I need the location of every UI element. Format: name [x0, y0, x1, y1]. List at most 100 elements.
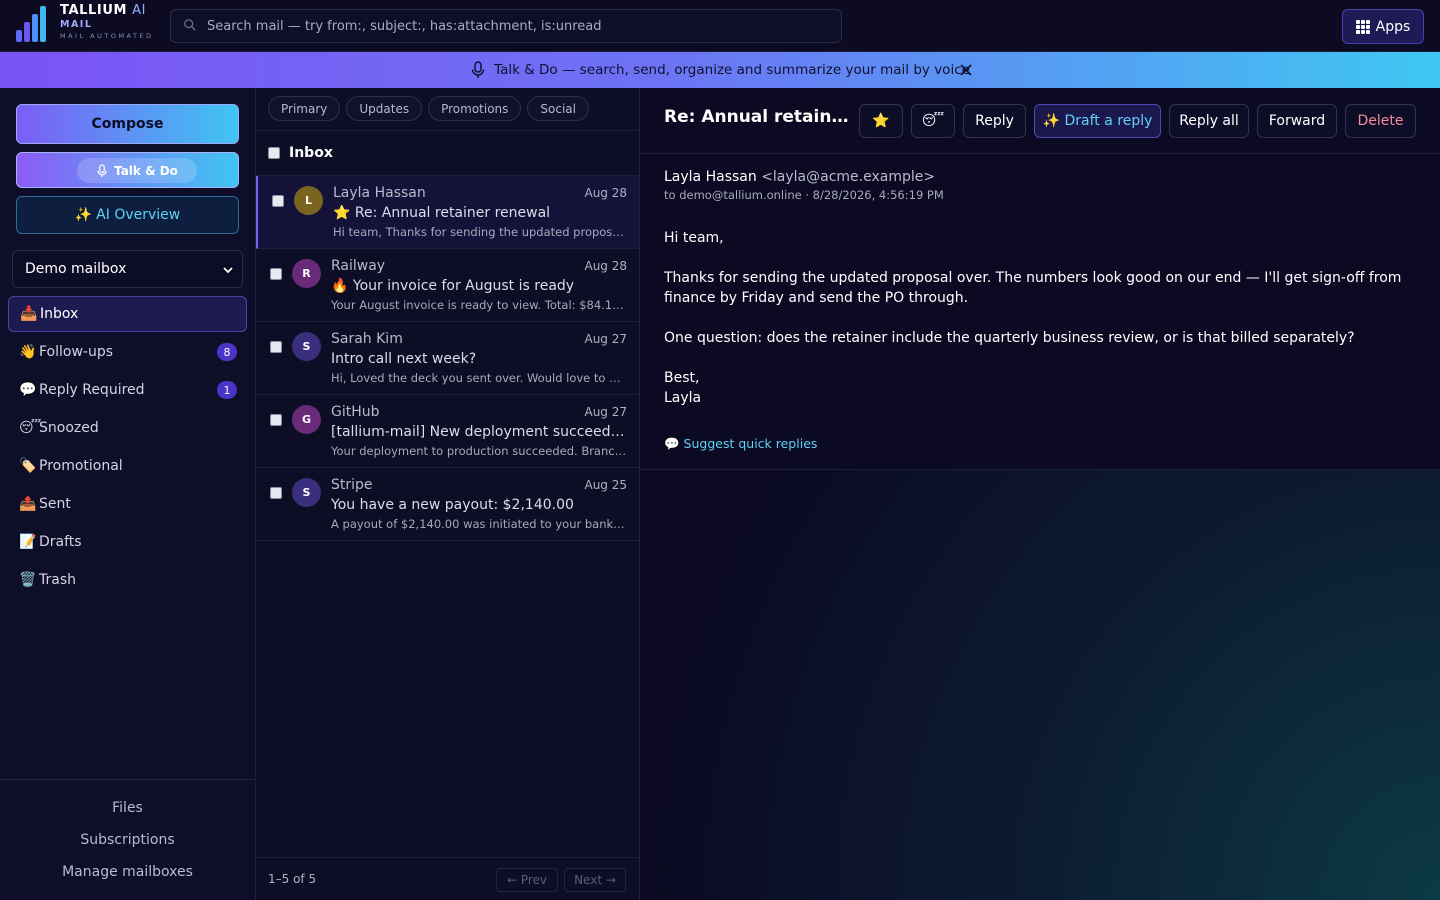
apps-label: Apps [1375, 18, 1411, 35]
message-subject: [tallium-mail] New deployment succeeded [331, 424, 627, 440]
sidebar-item-follow-ups[interactable]: 👋 Follow-ups 8 [8, 334, 247, 370]
ai-overview-label: AI Overview [96, 207, 181, 223]
sidebar-item-drafts[interactable]: 📝 Drafts [8, 524, 247, 560]
body-signature: Layla [664, 390, 702, 406]
search-icon [184, 19, 196, 31]
talk-pill: Talk & Do [77, 158, 197, 183]
list-item[interactable]: L Layla Hassan Aug 28 ⭐ Re: Annual retai… [256, 176, 639, 249]
message-date: Aug 27 [584, 405, 627, 419]
close-icon[interactable] [958, 62, 974, 78]
search-box[interactable] [170, 9, 842, 43]
sidebar-item-label: Reply Required [39, 382, 145, 398]
files-link[interactable]: Files [0, 800, 255, 816]
snooze-button[interactable]: 😴 [911, 104, 955, 138]
reading-pane: Re: Annual retainer renewal ⭐ 😴 Reply ✨ … [640, 88, 1440, 900]
reader-toolbar: Re: Annual retainer renewal ⭐ 😴 Reply ✨ … [640, 88, 1440, 154]
message-subject: 🔥 Your invoice for August is ready [331, 278, 575, 294]
tab-primary[interactable]: Primary [268, 96, 341, 121]
star-button[interactable]: ⭐ [859, 104, 903, 138]
logo-bars-icon [16, 4, 54, 42]
message-preview: Hi, Loved the deck you sent over. Would … [331, 371, 627, 385]
message-list: Primary Updates Promotions Social Inbox … [256, 88, 640, 900]
draft-reply-button[interactable]: ✨ Draft a reply [1034, 104, 1161, 138]
avatar: R [292, 259, 321, 288]
sidebar-item-label: Inbox [40, 306, 79, 322]
message-body: Layla Hassan <layla@acme.example> to dem… [640, 154, 1440, 470]
category-tabs: Primary Updates Promotions Social [268, 96, 589, 121]
tag-icon: 🏷️ [19, 458, 37, 474]
mailbox-select[interactable]: Demo mailbox [12, 250, 243, 288]
avatar: S [292, 478, 321, 507]
sidebar-item-label: Drafts [39, 534, 82, 550]
apps-grid-icon [1355, 19, 1370, 34]
recipient-line: to demo@tallium.online · 8/28/2026, 4:56… [664, 188, 944, 202]
manage-mailboxes-link[interactable]: Manage mailboxes [0, 864, 255, 880]
body-paragraph: Thanks for sending the updated proposal … [664, 270, 1402, 306]
compose-button[interactable]: Compose [16, 104, 239, 144]
chevron-down-icon [223, 267, 233, 274]
sidebar-item-sent[interactable]: 📤 Sent [8, 486, 247, 522]
list-item[interactable]: S Stripe Aug 25 You have a new payout: $… [256, 468, 639, 541]
list-item[interactable]: S Sarah Kim Aug 27 Intro call next week?… [256, 322, 639, 395]
outbox-icon: 📤 [19, 496, 37, 512]
speech-bubble-icon: 💬 [19, 382, 37, 398]
search-input[interactable] [207, 10, 827, 42]
reply-button[interactable]: Reply [963, 104, 1026, 138]
sidebar-item-snoozed[interactable]: 😴 Snoozed [8, 410, 247, 446]
message-preview: A payout of $2,140.00 was initiated to y… [331, 517, 627, 531]
ai-overview-button[interactable]: ✨ AI Overview [16, 196, 239, 234]
message-sender: Stripe [331, 477, 373, 493]
next-page-button[interactable]: Next → [564, 868, 626, 892]
body-signoff: Best, [664, 370, 700, 386]
message-preview: Hi team, Thanks for sending the updated … [333, 225, 629, 239]
list-item[interactable]: R Railway Aug 28 🔥 Your invoice for Augu… [256, 249, 639, 322]
tab-promotions[interactable]: Promotions [428, 96, 522, 121]
inbox-icon: 📥 [20, 306, 38, 322]
row-checkbox[interactable] [272, 195, 284, 207]
divider [0, 779, 255, 780]
suggest-quick-replies-link[interactable]: 💬 Suggest quick replies [664, 436, 817, 452]
list-pagination: 1–5 of 5 ← Prev Next → [256, 857, 639, 900]
row-checkbox[interactable] [270, 487, 282, 499]
row-checkbox[interactable] [270, 414, 282, 426]
talk-and-do-button[interactable]: Talk & Do [16, 152, 239, 188]
sidebar-item-label: Trash [39, 572, 76, 588]
avatar: L [294, 186, 323, 215]
memo-icon: 📝 [19, 534, 37, 550]
sidebar-item-reply-required[interactable]: 💬 Reply Required 1 [8, 372, 247, 408]
message-subject: Intro call next week? [331, 351, 477, 367]
waving-hand-icon: 👋 [19, 344, 37, 360]
talk-and-do-banner[interactable]: Talk & Do — search, send, organize and s… [0, 52, 1440, 88]
microphone-icon [97, 163, 107, 177]
tab-social[interactable]: Social [527, 96, 589, 121]
count-badge: 8 [217, 343, 237, 361]
row-checkbox[interactable] [270, 268, 282, 280]
select-all-checkbox[interactable] [268, 147, 280, 159]
reply-all-button[interactable]: Reply all [1169, 104, 1249, 138]
sidebar-item-label: Follow-ups [39, 344, 114, 360]
list-header-label: Inbox [289, 145, 333, 161]
prev-page-button[interactable]: ← Prev [496, 868, 558, 892]
sidebar-item-label: Promotional [39, 458, 123, 474]
microphone-icon [471, 61, 485, 78]
banner-text: Talk & Do — search, send, organize and s… [494, 62, 970, 78]
apps-button[interactable]: Apps [1342, 9, 1424, 44]
mailbox-selected-value: Demo mailbox [25, 261, 127, 277]
sidebar-item-promotional[interactable]: 🏷️ Promotional [8, 448, 247, 484]
list-header: Inbox [256, 130, 639, 176]
sparkle-icon: ✨ [74, 207, 93, 223]
logo[interactable]: TALLIUM AI MAIL MAIL AUTOMATED [16, 4, 166, 46]
trash-icon: 🗑️ [19, 572, 37, 588]
sidebar-item-inbox[interactable]: 📥 Inbox [8, 296, 247, 332]
forward-button[interactable]: Forward [1257, 104, 1337, 138]
row-checkbox[interactable] [270, 341, 282, 353]
tab-updates[interactable]: Updates [346, 96, 423, 121]
subscriptions-link[interactable]: Subscriptions [0, 832, 255, 848]
list-item[interactable]: G GitHub Aug 27 [tallium-mail] New deplo… [256, 395, 639, 468]
sidebar-item-trash[interactable]: 🗑️ Trash [8, 562, 247, 598]
brand-tagline: MAIL AUTOMATED [60, 32, 154, 40]
delete-button[interactable]: Delete [1345, 104, 1416, 138]
message-sender: GitHub [331, 404, 380, 420]
avatar: S [292, 332, 321, 361]
message-date: Aug 27 [584, 332, 627, 346]
